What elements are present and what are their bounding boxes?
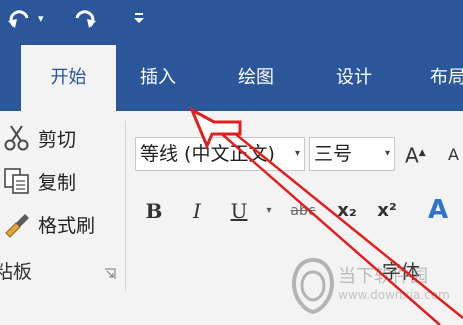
font-size-value: 三号 bbox=[314, 143, 353, 165]
tab-draw[interactable]: 绘图 bbox=[238, 45, 274, 111]
watermark-logo-icon bbox=[291, 258, 335, 314]
shrink-font-button[interactable]: A bbox=[448, 144, 463, 166]
redo-icon[interactable] bbox=[70, 4, 100, 36]
font-name-value: 等线 (中文正文) bbox=[140, 143, 275, 165]
grow-font-button[interactable]: A▲ bbox=[405, 138, 435, 168]
watermark: 当下软件园 www.downxia.com bbox=[290, 258, 463, 325]
ribbon-tabs: 开始 插入 绘图 设计 布局 bbox=[0, 45, 463, 111]
chevron-down-icon[interactable]: ▾ bbox=[295, 138, 300, 170]
tab-layout[interactable]: 布局 bbox=[430, 45, 463, 111]
watermark-url: www.downxia.com bbox=[338, 288, 450, 302]
cut-label: 剪切 bbox=[38, 128, 77, 151]
format-painter-button[interactable]: 格式刷 bbox=[2, 207, 95, 241]
paintbrush-icon bbox=[5, 214, 29, 238]
subscript-button[interactable]: x₂ bbox=[334, 194, 360, 228]
copy-button[interactable]: 复制 bbox=[2, 164, 76, 198]
text-effects-button[interactable]: A bbox=[428, 190, 448, 230]
tab-home[interactable]: 开始 bbox=[21, 45, 116, 111]
grow-font-icon: A bbox=[405, 143, 419, 168]
font-size-combobox[interactable]: 三号 ▾ bbox=[309, 137, 395, 171]
undo-icon[interactable] bbox=[4, 4, 34, 36]
dialog-launcher-icon[interactable] bbox=[104, 268, 116, 280]
clipboard-group-label: 粘板 bbox=[0, 261, 33, 283]
caret-up-icon: ▲ bbox=[418, 148, 426, 158]
group-divider bbox=[125, 121, 126, 291]
underline-button[interactable]: U bbox=[228, 194, 250, 228]
customize-qat-icon[interactable] bbox=[132, 10, 146, 26]
undo-dropdown[interactable]: ▾ bbox=[38, 12, 44, 25]
bold-button[interactable]: B bbox=[143, 194, 165, 228]
tab-design[interactable]: 设计 bbox=[336, 45, 372, 111]
strikethrough-button[interactable]: abc bbox=[286, 194, 320, 228]
quick-access-toolbar: ▾ bbox=[0, 0, 463, 45]
italic-button[interactable]: I bbox=[186, 194, 208, 228]
underline-dropdown[interactable]: ▾ bbox=[262, 194, 276, 228]
format-painter-label: 格式刷 bbox=[38, 214, 96, 237]
copy-label: 复制 bbox=[38, 171, 77, 194]
superscript-button[interactable]: x² bbox=[374, 194, 400, 228]
word-window: ▾ 开始 插入 绘图 设计 布局 剪切 复制 格式刷 粘板 等线 (中文正文) … bbox=[0, 0, 463, 325]
chevron-down-icon[interactable]: ▾ bbox=[385, 138, 390, 170]
tab-insert[interactable]: 插入 bbox=[140, 45, 176, 111]
shrink-font-icon: A bbox=[448, 145, 459, 164]
font-name-combobox[interactable]: 等线 (中文正文) ▾ bbox=[135, 137, 305, 171]
copy-icon bbox=[4, 168, 29, 194]
watermark-name: 当下软件园 bbox=[338, 266, 428, 287]
scissors-icon bbox=[4, 125, 29, 151]
cut-button[interactable]: 剪切 bbox=[2, 121, 76, 155]
